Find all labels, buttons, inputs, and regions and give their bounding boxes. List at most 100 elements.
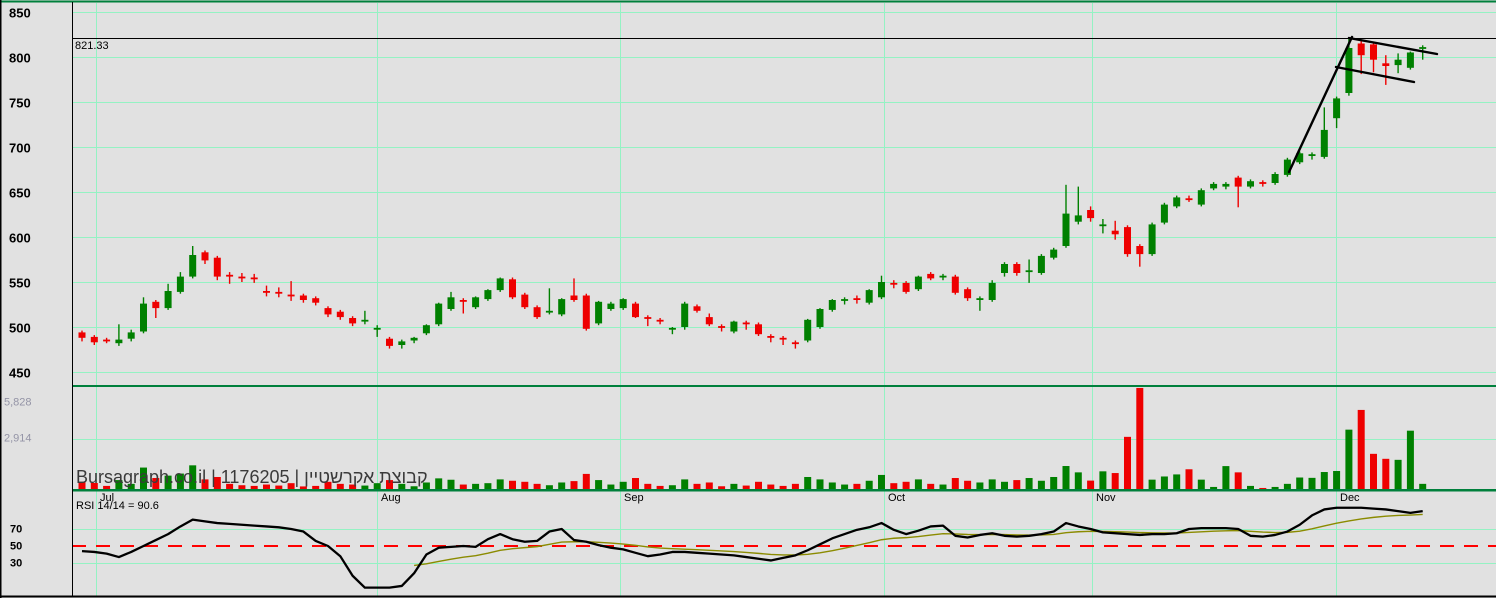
candle-body — [152, 301, 160, 309]
candle-body — [976, 298, 984, 300]
candle-body — [656, 319, 664, 322]
candle-body — [1247, 181, 1254, 187]
volume-bar — [767, 484, 775, 489]
volume-bar — [632, 478, 639, 489]
volume-bar — [1160, 476, 1168, 489]
candle-body — [1013, 264, 1021, 273]
candle-body — [545, 310, 553, 313]
candle-body — [275, 291, 283, 294]
volume-bar — [509, 480, 516, 489]
candle-body — [1382, 63, 1390, 66]
price-axis-label: 450 — [9, 365, 31, 381]
candle-body — [1259, 182, 1267, 184]
volume-bar — [1099, 471, 1107, 489]
candle-body — [705, 317, 713, 325]
candle-body — [632, 303, 639, 318]
volume-bar — [841, 484, 849, 489]
candle-body — [263, 291, 270, 293]
volume-bar — [644, 483, 652, 489]
candle-body — [865, 290, 873, 303]
volume-bar — [459, 484, 467, 489]
volume-bar — [705, 482, 713, 489]
candle-body — [1111, 230, 1119, 235]
volume-bar — [693, 483, 701, 489]
volume-bar — [1283, 483, 1291, 489]
candle-body — [730, 321, 738, 332]
candle-body — [361, 319, 369, 322]
candle-body — [914, 276, 922, 290]
candle-body — [644, 317, 652, 319]
volume-bar — [964, 480, 972, 489]
volume-bar — [558, 482, 566, 489]
volume-bar — [545, 485, 553, 489]
volume-bar — [656, 485, 664, 489]
watermark-title: Bursagraph.co.il | 1176205 | קבוצת אקרשט… — [76, 467, 428, 487]
volume-bar — [865, 480, 873, 489]
volume-bar — [730, 483, 738, 489]
volume-bar — [595, 480, 603, 489]
month-axis-label: Jul — [100, 492, 115, 504]
candle-body — [1160, 204, 1168, 223]
rsi-signal-line — [414, 513, 1423, 567]
volume-bar — [1345, 429, 1353, 489]
candle-body — [1234, 177, 1242, 187]
volume-bar — [951, 478, 959, 489]
volume-bar — [755, 481, 762, 489]
candle-body — [779, 337, 787, 340]
candle-body — [951, 276, 959, 293]
price-axis-label: 500 — [9, 320, 31, 336]
volume-bar — [1124, 436, 1131, 489]
volume-bar — [521, 481, 529, 489]
candle-body — [853, 298, 861, 300]
candle-body — [1124, 227, 1131, 255]
volume-bar — [1320, 472, 1328, 489]
volume-bar — [484, 483, 492, 489]
price-axis-label: 550 — [9, 275, 31, 291]
candle-body — [398, 341, 406, 345]
candle-body — [336, 311, 344, 318]
candle-body — [496, 278, 504, 291]
candle-body — [324, 308, 332, 315]
candle-body — [1394, 59, 1402, 66]
price-axis-label: 650 — [9, 185, 31, 201]
volume-bar — [533, 483, 541, 489]
candle-body — [1001, 264, 1008, 273]
volume-bar — [1025, 478, 1033, 489]
volume-bar — [1333, 470, 1341, 489]
volume-bar — [779, 485, 787, 489]
candle-body — [964, 289, 972, 299]
volume-bar — [1062, 466, 1070, 489]
candle-body — [459, 300, 467, 302]
candle-body — [1222, 183, 1230, 187]
candle-body — [1173, 197, 1181, 207]
candle-body — [804, 319, 812, 341]
candle-body — [90, 336, 98, 343]
volume-bar — [1173, 474, 1181, 489]
candle-body — [1370, 44, 1377, 60]
volume-bar — [1271, 486, 1279, 489]
candle-body — [570, 295, 578, 300]
price-axis-label: 850 — [9, 5, 31, 21]
candle-body — [582, 295, 590, 329]
volume-bar — [1296, 477, 1304, 489]
month-axis-label: Sep — [624, 492, 644, 504]
candle-body — [447, 297, 455, 309]
volume-bar — [1308, 477, 1316, 489]
candle-body — [189, 255, 197, 277]
volume-bar — [791, 483, 799, 489]
month-axis-label: Aug — [381, 492, 401, 504]
candle-body — [1148, 224, 1156, 255]
candle-body — [890, 282, 898, 285]
volume-bar — [1148, 479, 1156, 489]
chart-canvas — [0, 0, 1496, 598]
volume-axis-label: 2,914 — [4, 432, 32, 445]
candle-body — [816, 309, 824, 327]
candle-body — [238, 276, 246, 279]
month-axis-label: Oct — [888, 492, 906, 504]
rsi-axis-label: 70 — [10, 523, 23, 536]
candle-body — [299, 295, 307, 300]
rsi-axis-label: 30 — [10, 557, 23, 570]
volume-bar — [1210, 486, 1218, 489]
volume-bar — [1087, 480, 1095, 489]
volume-bar — [1074, 472, 1082, 489]
